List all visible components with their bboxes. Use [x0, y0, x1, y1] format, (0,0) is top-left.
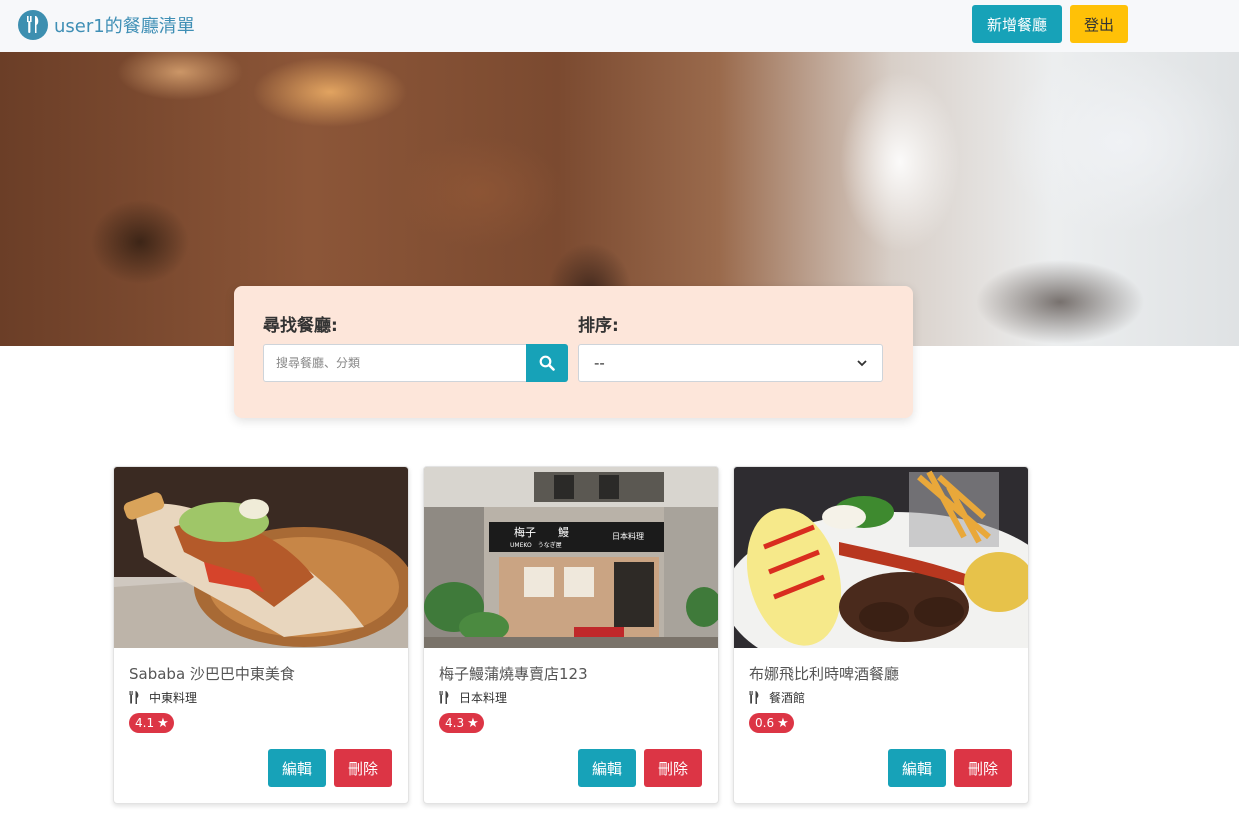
category-text: 中東料理 — [149, 691, 198, 705]
search-label: 尋找餐廳: — [263, 316, 338, 336]
restaurant-card[interactable]: 梅子 鰻 UMEKO うなぎ屋 日本料理 梅子鰻蒲燒專賣店123 日本料理 4.… — [423, 466, 719, 804]
restaurant-category: 中東料理 — [129, 689, 197, 706]
restaurant-category: 日本料理 — [439, 689, 507, 706]
restaurant-card[interactable]: 布娜飛比利時啤酒餐廳 餐酒館 0.6 ★ 編輯 刪除 — [733, 466, 1029, 804]
logout-button[interactable]: 登出 — [1070, 5, 1128, 43]
navbar: user1的餐廳清單 新增餐廳 登出 — [0, 0, 1239, 52]
brand-link[interactable]: user1的餐廳清單 — [18, 9, 195, 41]
delete-button[interactable]: 刪除 — [334, 749, 392, 787]
category-text: 餐酒館 — [769, 691, 806, 705]
search-button[interactable] — [526, 344, 568, 382]
utensils-icon — [129, 691, 139, 704]
chevron-down-icon — [857, 360, 867, 367]
search-input[interactable] — [263, 344, 527, 382]
restaurant-name[interactable]: 梅子鰻蒲燒專賣店123 — [439, 663, 588, 684]
add-restaurant-button[interactable]: 新增餐廳 — [972, 5, 1062, 43]
rating-badge: 4.3 ★ — [439, 713, 484, 733]
edit-button[interactable]: 編輯 — [578, 749, 636, 787]
restaurant-name[interactable]: 布娜飛比利時啤酒餐廳 — [749, 663, 899, 684]
restaurant-photo: 梅子 鰻 UMEKO うなぎ屋 日本料理 — [424, 467, 718, 648]
sign-right: 日本料理 — [612, 531, 644, 541]
utensils-icon — [439, 691, 449, 704]
rating-value: 0.6 — [755, 716, 775, 730]
edit-button[interactable]: 編輯 — [268, 749, 326, 787]
restaurant-card[interactable]: Sababa 沙巴巴中東美食 中東料理 4.1 ★ 編輯 刪除 — [113, 466, 409, 804]
utensils-logo-icon — [18, 10, 48, 40]
sign-main: 梅子 鰻 — [514, 525, 569, 539]
restaurant-name[interactable]: Sababa 沙巴巴中東美食 — [129, 663, 295, 684]
restaurant-category: 餐酒館 — [749, 689, 805, 706]
search-icon — [539, 355, 555, 371]
restaurant-photo — [114, 467, 408, 648]
utensils-icon — [749, 691, 759, 704]
rating-badge: 4.1 ★ — [129, 713, 174, 733]
star-icon: ★ — [157, 715, 169, 731]
sign-sub: UMEKO うなぎ屋 — [510, 541, 562, 549]
sort-label: 排序: — [578, 316, 619, 336]
edit-button[interactable]: 編輯 — [888, 749, 946, 787]
sort-select[interactable]: -- — [578, 344, 883, 382]
star-icon: ★ — [467, 715, 479, 731]
sort-selected-value: -- — [594, 354, 605, 372]
delete-button[interactable]: 刪除 — [954, 749, 1012, 787]
rating-value: 4.1 — [135, 716, 155, 730]
rating-value: 4.3 — [445, 716, 465, 730]
star-icon: ★ — [777, 715, 789, 731]
delete-button[interactable]: 刪除 — [644, 749, 702, 787]
search-panel: 尋找餐廳: 排序: -- — [234, 286, 913, 418]
brand-title: user1的餐廳清單 — [54, 16, 195, 37]
category-text: 日本料理 — [459, 691, 508, 705]
restaurant-photo — [734, 467, 1028, 648]
rating-badge: 0.6 ★ — [749, 713, 794, 733]
